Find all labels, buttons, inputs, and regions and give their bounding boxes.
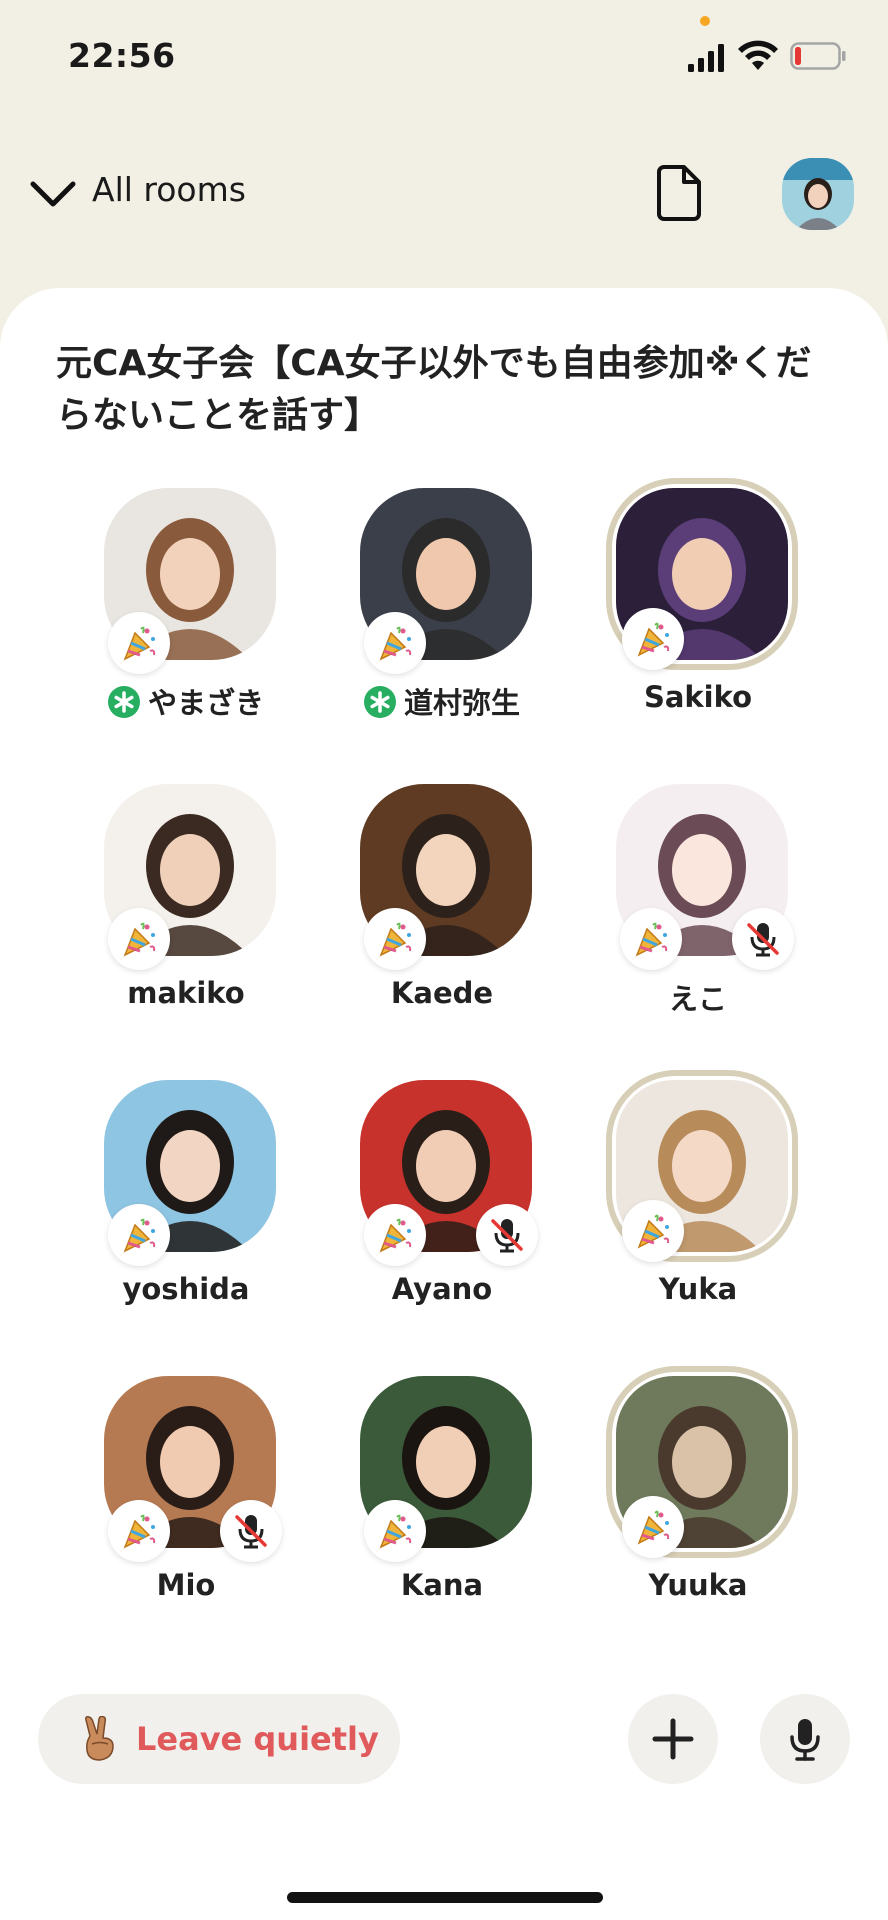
speaker-avatar[interactable] [104, 784, 276, 970]
speaker-tile[interactable]: Kana [332, 1376, 552, 1626]
speaker-avatar[interactable] [616, 784, 794, 970]
party-popper-icon [364, 908, 426, 970]
party-popper-icon [108, 1500, 170, 1562]
speaker-name-label: Yuuka [648, 1568, 748, 1602]
all-rooms-link[interactable]: All rooms [92, 170, 246, 209]
speaker-tile[interactable]: Yuka [588, 1070, 808, 1330]
speaker-name: makiko [76, 976, 296, 1010]
speaker-tile[interactable]: 道村弥生 [332, 488, 552, 738]
speaker-name-label: Ayano [391, 1272, 493, 1306]
speaker-tile[interactable]: Sakiko [588, 478, 808, 738]
party-popper-icon [622, 608, 684, 670]
document-icon[interactable] [656, 164, 702, 222]
speaker-name-label: Sakiko [643, 680, 753, 714]
room-header: All rooms [0, 150, 888, 240]
speaker-avatar[interactable] [606, 478, 798, 670]
speaker-name-label: 道村弥生 [403, 686, 520, 720]
party-popper-icon [622, 1496, 684, 1558]
speaker-name: yoshida [76, 1272, 296, 1306]
speaker-tile[interactable]: やまざき [76, 488, 296, 738]
battery-icon [790, 42, 846, 70]
plus-icon [652, 1718, 694, 1760]
speaker-name-label: Kaede [390, 976, 494, 1010]
moderator-icon [363, 686, 396, 718]
leave-quietly-button[interactable]: Leave quietly [38, 1694, 400, 1784]
speaker-name: Kana [332, 1568, 552, 1602]
speaker-avatar[interactable] [360, 1376, 532, 1562]
party-popper-icon [364, 612, 426, 674]
party-popper-icon [108, 908, 170, 970]
profile-avatar[interactable] [782, 158, 854, 230]
speaker-avatar[interactable] [360, 784, 532, 970]
party-popper-icon [364, 1500, 426, 1562]
room-panel: 元CA女子会【CA女子以外でも自由参加※くだらないことを話す】 やまざき 道村弥生… [0, 288, 888, 1920]
speaker-tile[interactable]: makiko [76, 784, 296, 1034]
speaker-name-label: Yuka [658, 1272, 738, 1306]
party-popper-icon [620, 908, 682, 970]
speaker-name: Yuuka [588, 1568, 808, 1602]
home-indicator [287, 1892, 603, 1903]
recording-indicator [700, 16, 710, 26]
microphone-button[interactable] [760, 1694, 850, 1784]
status-time: 22:56 [68, 36, 176, 75]
status-bar: 22:56 [0, 0, 888, 110]
speaker-name: 道村弥生 [332, 680, 552, 722]
wifi-icon [738, 40, 778, 70]
muted-microphone-icon [732, 908, 794, 970]
speaker-name-label: makiko [127, 976, 245, 1010]
speaker-name: Sakiko [588, 680, 808, 714]
party-popper-icon [108, 1204, 170, 1266]
party-popper-icon [108, 612, 170, 674]
chevron-down-icon[interactable] [28, 176, 78, 212]
speaker-name-label: Mio [156, 1568, 216, 1602]
speaker-name-label: yoshida [122, 1272, 250, 1306]
speaker-name: えこ [588, 976, 808, 1018]
speaker-avatar[interactable] [104, 1376, 282, 1562]
speaker-tile[interactable]: Yuuka [588, 1366, 808, 1626]
speaker-avatar[interactable] [606, 1366, 798, 1558]
muted-microphone-icon [476, 1204, 538, 1266]
leave-quietly-label: Leave quietly [136, 1720, 379, 1758]
add-button[interactable] [628, 1694, 718, 1784]
room-title: 元CA女子会【CA女子以外でも自由参加※くだらないことを話す】 [56, 343, 812, 436]
cellular-signal-icon [688, 44, 724, 72]
speaker-name: Yuka [588, 1272, 808, 1306]
speaker-avatar[interactable] [104, 488, 276, 674]
speaker-tile[interactable]: えこ [588, 784, 808, 1034]
peace-hand-icon [85, 1716, 114, 1761]
speaker-tile[interactable]: Ayano [332, 1080, 552, 1330]
speaker-tile[interactable]: yoshida [76, 1080, 296, 1330]
party-popper-icon [622, 1200, 684, 1262]
speaker-avatar[interactable] [606, 1070, 798, 1262]
muted-microphone-icon [220, 1500, 282, 1562]
speaker-name-label: Kana [400, 1568, 484, 1602]
moderator-icon [107, 686, 140, 718]
speaker-avatar[interactable] [360, 488, 532, 674]
speaker-avatar[interactable] [360, 1080, 538, 1266]
speaker-tile[interactable]: Kaede [332, 784, 552, 1034]
speaker-name: Mio [76, 1568, 296, 1602]
speaker-name-label: やまざき [147, 686, 264, 720]
speaker-name-label: えこ [668, 982, 727, 1016]
speaker-tile[interactable]: Mio [76, 1376, 296, 1626]
speaker-name: やまざき [76, 680, 296, 722]
microphone-icon [790, 1719, 820, 1761]
party-popper-icon [364, 1204, 426, 1266]
speaker-name: Ayano [332, 1272, 552, 1306]
speaker-avatar[interactable] [104, 1080, 276, 1266]
speaker-name: Kaede [332, 976, 552, 1010]
